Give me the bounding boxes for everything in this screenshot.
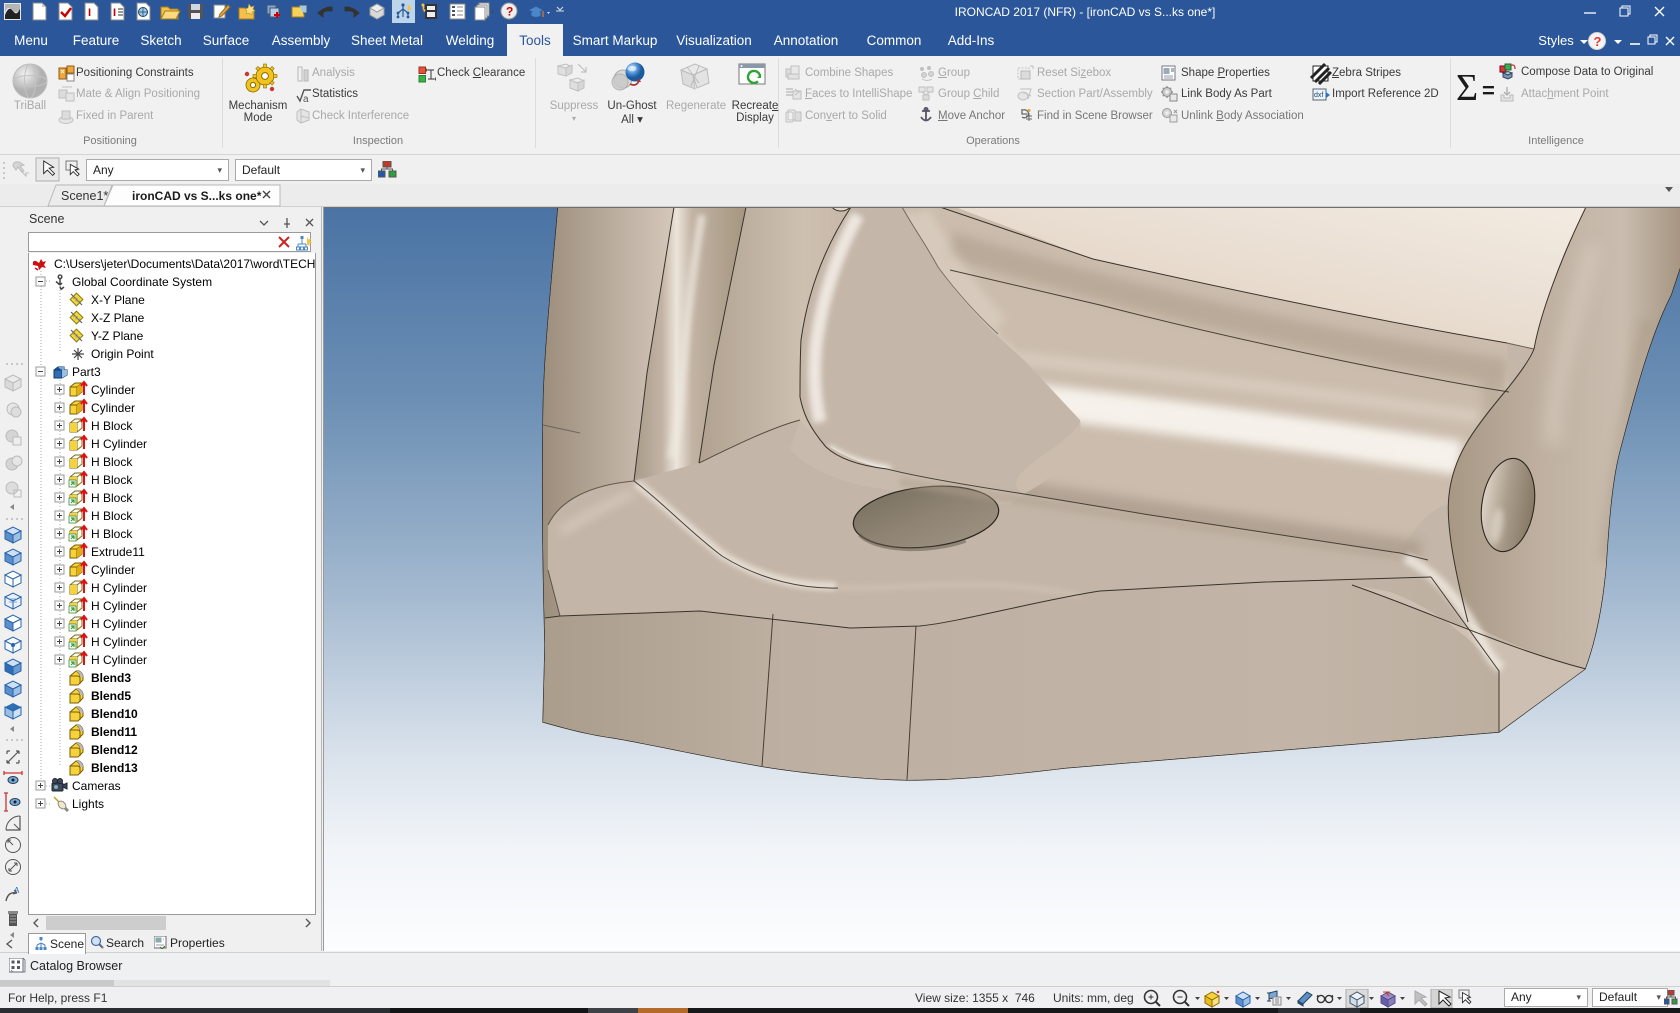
svg-text:Blend11: Blend11 bbox=[91, 725, 137, 739]
svg-text:X-Y Plane: X-Y Plane bbox=[91, 293, 145, 307]
svg-text:Cameras: Cameras bbox=[72, 779, 121, 793]
svg-text:Y-Z Plane: Y-Z Plane bbox=[91, 329, 144, 343]
svg-text:Σ: Σ bbox=[1456, 67, 1478, 109]
svg-text:H Cylinder: H Cylinder bbox=[91, 437, 147, 451]
svg-text:Blend10: Blend10 bbox=[91, 707, 138, 721]
svg-text:H Block: H Block bbox=[91, 455, 133, 469]
svg-text:Lights: Lights bbox=[72, 797, 104, 811]
svg-text:H Block: H Block bbox=[91, 491, 133, 505]
svg-text:Extrude11: Extrude11 bbox=[91, 545, 145, 559]
svg-text:H Block: H Block bbox=[91, 527, 133, 541]
svg-text:H Cylinder: H Cylinder bbox=[91, 653, 147, 667]
svg-text:dxf: dxf bbox=[1314, 92, 1323, 99]
svg-text:ironCAD vs S...ks one*: ironCAD vs S...ks one* bbox=[132, 189, 262, 203]
svg-text:C:\Users\jeter\Documents\Data\: C:\Users\jeter\Documents\Data\2017\word\… bbox=[54, 257, 315, 271]
svg-text:a: a bbox=[303, 94, 309, 105]
svg-text:I: I bbox=[88, 7, 91, 19]
svg-text:=: = bbox=[1482, 78, 1495, 103]
svg-text:H Block: H Block bbox=[91, 509, 133, 523]
svg-text:Blend12: Blend12 bbox=[91, 743, 138, 757]
svg-text:H Cylinder: H Cylinder bbox=[91, 599, 147, 613]
svg-text:Global Coordinate System: Global Coordinate System bbox=[72, 275, 212, 289]
svg-text:X-Z Plane: X-Z Plane bbox=[91, 311, 145, 325]
svg-text:I: I bbox=[113, 7, 116, 19]
svg-text:?: ? bbox=[1594, 34, 1602, 49]
svg-text:?: ? bbox=[506, 5, 513, 19]
svg-text:Scene1*: Scene1* bbox=[61, 189, 108, 203]
svg-text:Blend13: Blend13 bbox=[91, 761, 138, 775]
svg-text:H Block: H Block bbox=[91, 473, 133, 487]
svg-text:Part3: Part3 bbox=[72, 365, 101, 379]
svg-text:Blend5: Blend5 bbox=[91, 689, 131, 703]
svg-text:H Cylinder: H Cylinder bbox=[91, 617, 147, 631]
svg-text:Cylinder: Cylinder bbox=[91, 401, 135, 415]
svg-text:H Cylinder: H Cylinder bbox=[91, 635, 147, 649]
svg-text:A: A bbox=[14, 886, 20, 895]
svg-text:Cylinder: Cylinder bbox=[91, 383, 135, 397]
svg-text:H Block: H Block bbox=[91, 419, 133, 433]
svg-text:Cylinder: Cylinder bbox=[91, 563, 135, 577]
svg-text:Blend3: Blend3 bbox=[91, 671, 131, 685]
svg-text:Origin Point: Origin Point bbox=[91, 347, 154, 361]
svg-text:H Cylinder: H Cylinder bbox=[91, 581, 147, 595]
